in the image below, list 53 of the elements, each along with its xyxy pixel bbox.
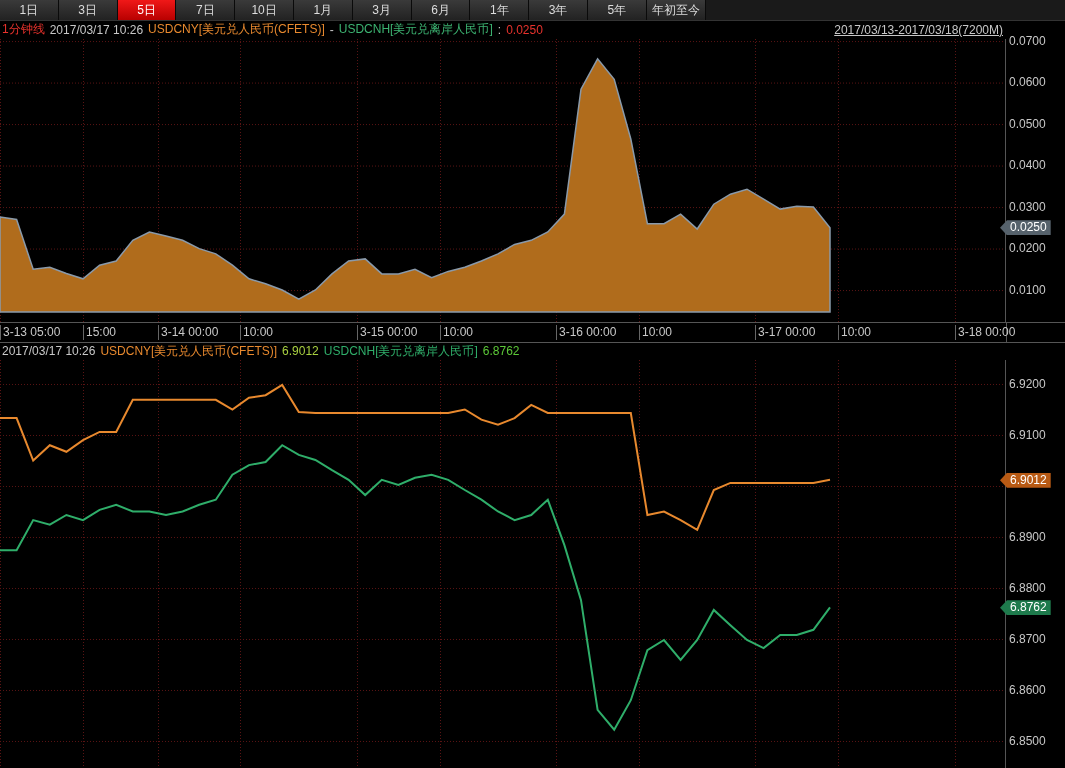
time-label: 15:00 — [83, 324, 117, 340]
time-label: 3-17 00:00 — [755, 324, 816, 340]
axis-label: 0.0200 — [1009, 241, 1046, 256]
price-badge: 6.8762 — [1000, 600, 1051, 616]
time-label: 3-15 00:00 — [357, 324, 418, 340]
time-label: 3-18 00:00 — [955, 324, 1016, 340]
period-tab[interactable]: 5年 — [587, 0, 647, 20]
time-label: 10:00 — [838, 324, 872, 340]
info-text: 2017/03/17 10:26 — [49, 22, 144, 37]
axis-label: 0.0500 — [1009, 116, 1046, 131]
axis-label: 0.0300 — [1009, 199, 1046, 214]
axis-label: 6.9200 — [1009, 376, 1046, 391]
axis-label: 6.9100 — [1009, 427, 1046, 442]
axis-label: 0.0100 — [1009, 282, 1046, 297]
period-tab[interactable]: 3日 — [58, 0, 118, 20]
axis-label: 6.8800 — [1009, 580, 1046, 595]
info-text: 2017/03/17 10:26 — [2, 344, 96, 359]
time-label: 3-16 00:00 — [556, 324, 617, 340]
axis-label: 6.8900 — [1009, 529, 1046, 544]
period-tab[interactable]: 3年 — [529, 0, 588, 20]
info-text: USDCNH[美元兑离岸人民币] — [338, 21, 493, 39]
period-tab[interactable]: 年初至今 — [646, 0, 706, 20]
axis-label: 6.8600 — [1009, 682, 1046, 697]
time-label: 10:00 — [639, 324, 673, 340]
period-tab[interactable]: 10日 — [235, 0, 294, 20]
price-badge: 6.9012 — [1000, 472, 1051, 488]
period-tab[interactable]: 1日 — [0, 0, 59, 20]
period-tab[interactable]: 5日 — [117, 0, 177, 20]
series-name: USDCNY[美元兑人民币(CFETS)] — [100, 342, 278, 360]
series-name: USDCNH[美元兑离岸人民币] — [323, 342, 478, 360]
info-text: - — [329, 22, 334, 37]
time-label: 10:00 — [440, 324, 474, 340]
axis-label: 6.8700 — [1009, 631, 1046, 646]
time-label: 10:00 — [240, 324, 274, 340]
period-tab[interactable]: 6月 — [411, 0, 471, 20]
info-text: USDCNY[美元兑人民币(CFETS)] — [148, 21, 325, 39]
series-reading: 6.9012 — [282, 344, 319, 359]
info-text: 1分钟线 — [2, 21, 45, 39]
time-label: 3-13 05:00 — [0, 324, 61, 340]
axis-label: 0.0700 — [1009, 33, 1046, 48]
axis-label: 0.0400 — [1009, 158, 1046, 173]
period-tab[interactable]: 1月 — [294, 0, 353, 20]
period-tab[interactable]: 3月 — [352, 0, 412, 20]
date-range-link[interactable]: 2017/03/13-2017/03/18(7200M) — [834, 22, 1003, 37]
info-text: 0.0250 — [506, 22, 543, 37]
period-tab[interactable]: 7日 — [176, 0, 236, 20]
price-badge: 0.0250 — [1000, 220, 1051, 236]
axis-label: 0.0600 — [1009, 75, 1046, 90]
info-text: : — [497, 22, 502, 37]
time-label: 3-14 00:00 — [158, 324, 219, 340]
period-tab[interactable]: 1年 — [470, 0, 530, 20]
series-reading: 6.8762 — [482, 344, 520, 359]
axis-label: 6.8500 — [1009, 733, 1046, 748]
